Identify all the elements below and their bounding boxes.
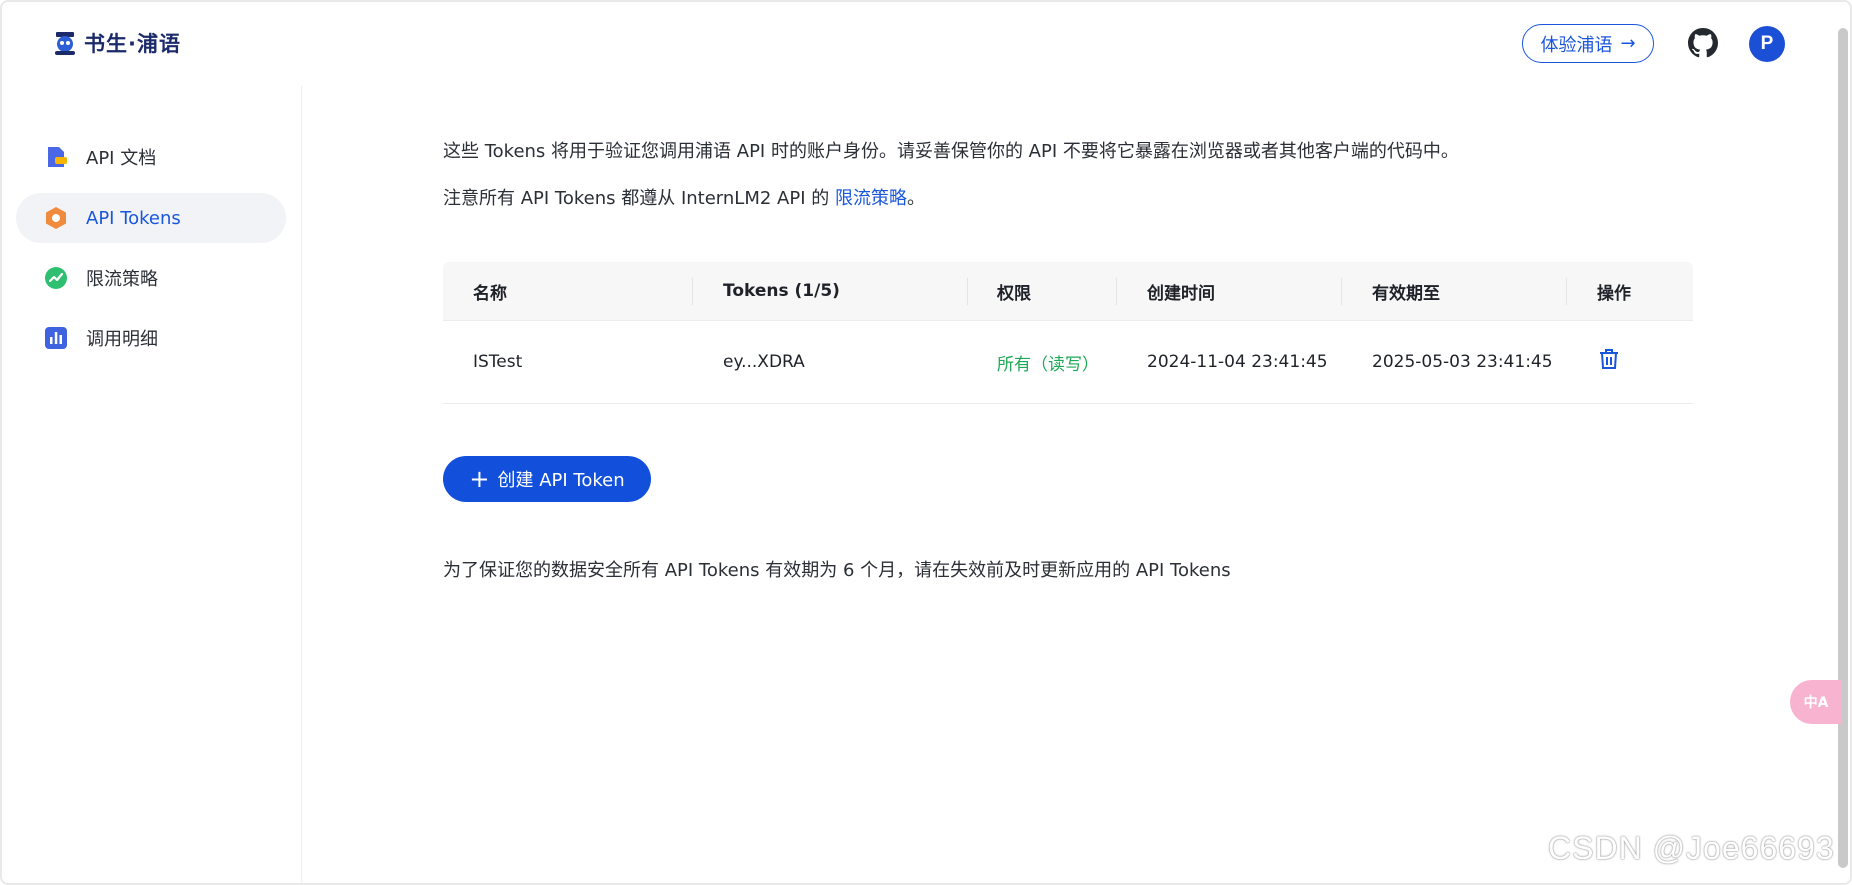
trash-icon (1600, 349, 1618, 369)
column-divider (1116, 278, 1117, 305)
notice-suffix: 。 (906, 188, 925, 209)
trend-icon (45, 267, 67, 289)
column-divider (692, 278, 693, 305)
brand-logo[interactable]: 书生·浦语 (52, 28, 181, 58)
try-puyu-label: 体验浦语 (1540, 34, 1613, 56)
document-icon (48, 147, 67, 167)
plus-icon: + (469, 465, 490, 493)
sidebar-item-api-docs[interactable]: API 文档 (16, 132, 286, 182)
top-header: 书生·浦语 体验浦语 → P (0, 0, 1852, 86)
translate-button[interactable]: 中A (1790, 680, 1842, 724)
scholar-mascot-icon (55, 32, 75, 55)
try-puyu-button[interactable]: 体验浦语 → (1522, 24, 1654, 63)
column-header-created: 创建时间 (1147, 283, 1215, 304)
delete-token-button[interactable] (1597, 321, 1621, 403)
user-avatar[interactable]: P (1749, 26, 1785, 62)
sidebar-item-label: API Tokens (86, 207, 181, 229)
sidebar-item-api-tokens[interactable]: API Tokens (16, 193, 286, 243)
intro-text: 这些 Tokens 将用于验证您调用浦语 API 时的账户身份。请妥善保管你的 … (443, 141, 1459, 162)
column-divider (1566, 278, 1567, 305)
create-api-token-button[interactable]: + 创建 API Token (443, 456, 651, 502)
sidebar-item-label: 调用明细 (86, 329, 158, 350)
column-divider (1341, 278, 1342, 305)
watermark: CSDN @Joe66693 (1548, 830, 1835, 866)
table-row: ISTest ey...XDRA 所有（读写） 2024-11-04 23:41… (443, 321, 1693, 404)
column-header-tokens: Tokens (1/5) (723, 281, 840, 301)
tokens-table: 名称 Tokens (1/5) 权限 创建时间 有效期至 操作 ISTest e… (443, 262, 1693, 404)
column-header-actions: 操作 (1597, 283, 1631, 304)
column-header-permission: 权限 (997, 283, 1031, 304)
validity-note: 为了保证您的数据安全所有 API Tokens 有效期为 6 个月，请在失效前及… (443, 560, 1231, 581)
token-expiry-time: 2025-05-03 23:41:45 (1372, 352, 1553, 372)
token-permission: 所有（读写） (997, 354, 1099, 375)
token-name: ISTest (473, 352, 523, 372)
sidebar: API 文档 API Tokens 限流策略 调用明细 (0, 86, 302, 883)
github-icon[interactable] (1688, 28, 1718, 58)
translate-icon: 中A (1803, 695, 1829, 711)
bar-chart-icon (45, 327, 67, 349)
sidebar-item-rate-limit[interactable]: 限流策略 (16, 253, 286, 303)
token-value: ey...XDRA (723, 352, 805, 372)
token-created-time: 2024-11-04 23:41:45 (1147, 352, 1328, 372)
table-header-row: 名称 Tokens (1/5) 权限 创建时间 有效期至 操作 (443, 262, 1693, 321)
column-header-name: 名称 (473, 283, 507, 304)
sidebar-item-label: 限流策略 (86, 269, 158, 290)
notice-text: 注意所有 API Tokens 都遵从 InternLM2 API 的 限流策略… (443, 184, 925, 210)
notice-prefix: 注意所有 API Tokens 都遵从 InternLM2 API 的 (443, 188, 835, 209)
rate-limit-link[interactable]: 限流策略 (835, 188, 907, 209)
brand-name: 书生·浦语 (84, 32, 181, 56)
create-api-token-label: 创建 API Token (497, 470, 625, 491)
sidebar-item-label: API 文档 (86, 148, 157, 169)
column-divider (967, 278, 968, 305)
hexagon-token-icon (46, 207, 66, 229)
page-scrollbar[interactable] (1838, 28, 1848, 868)
arrow-right-icon: → (1620, 33, 1636, 54)
sidebar-item-usage-details[interactable]: 调用明细 (16, 313, 286, 363)
column-header-expires: 有效期至 (1372, 283, 1440, 304)
